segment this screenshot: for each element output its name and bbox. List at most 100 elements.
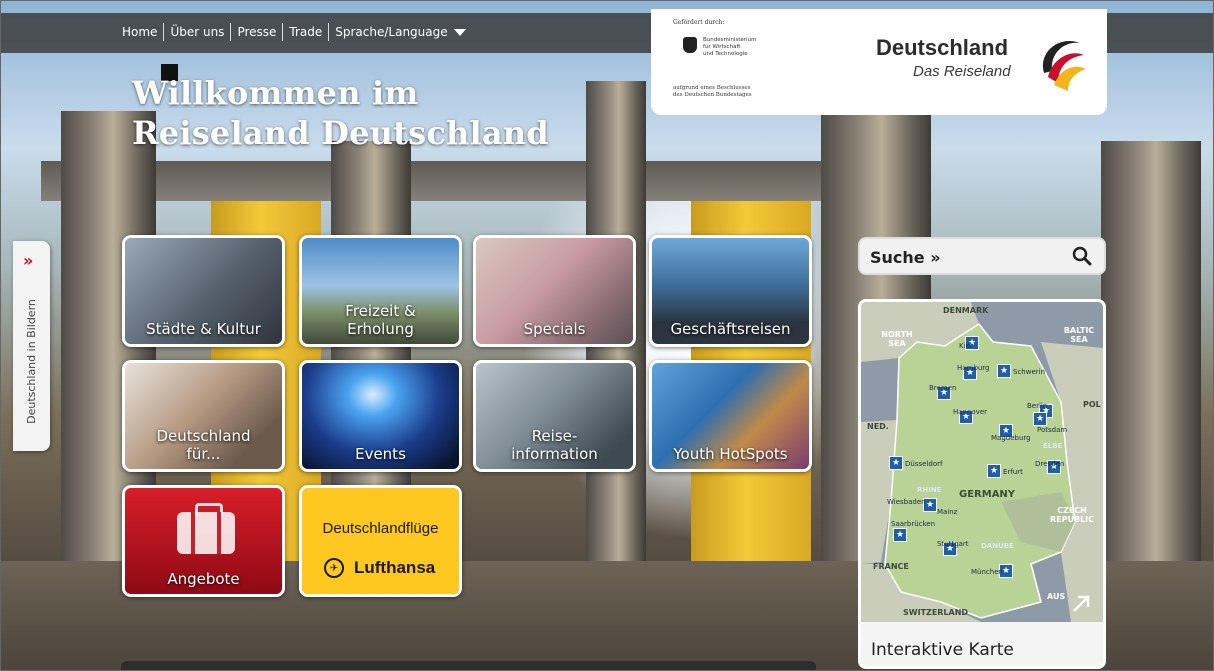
ministry-name: Bundesministerium für Wirtschaft und Tec…: [703, 37, 756, 58]
expand-arrow-icon[interactable]: [1071, 594, 1091, 614]
map-city-label: Schwerin: [1013, 368, 1046, 376]
map-region-label: POL: [1083, 400, 1101, 409]
tile-label-line: Erholung: [347, 320, 414, 338]
tile-image: [302, 488, 459, 594]
nav-presse[interactable]: Presse: [231, 25, 282, 39]
map-region-label: GERMANY: [959, 489, 1016, 500]
nav-ueber-uns[interactable]: Über uns: [164, 25, 230, 39]
tile-angebote[interactable]: Angebote: [122, 485, 285, 597]
map-city-label: Mainz: [937, 508, 958, 516]
tile-label-line: Angebote: [167, 570, 240, 588]
lufthansa-name: Lufthansa: [354, 558, 436, 577]
nav-language-label: Sprache/Language: [335, 25, 448, 39]
tile-staedte-kultur[interactable]: Städte & Kultur: [122, 235, 285, 347]
page-title-line: Reiseland Deutschland: [132, 114, 549, 152]
map-city-label: Düsseldorf: [905, 460, 943, 468]
map-marker[interactable]: ★: [1033, 412, 1047, 426]
map-region-label: CZECH REPUBLIC: [1049, 506, 1095, 524]
bundestag-line: des Deutschen Bundestages: [673, 92, 752, 98]
suitcase-icon: [177, 503, 235, 554]
tile-label-line: Youth HotSpots: [673, 445, 788, 463]
tile-label: Deutschland für...: [125, 427, 282, 463]
tile-label: Events: [302, 445, 459, 463]
map-region-label: BALTIC SEA: [1063, 326, 1095, 344]
reiseland-logo-icon: [1042, 41, 1086, 91]
tile-label: Reise-information: [476, 427, 633, 463]
brand-subtitle: Das Reiseland: [913, 63, 1011, 80]
tile-reiseinformation[interactable]: Reise-information: [473, 360, 636, 472]
tile-freizeit-erholung[interactable]: Freizeit & Erholung: [299, 235, 462, 347]
map-river-label: ELBE: [1043, 442, 1063, 450]
map-city-label: München: [971, 568, 1003, 576]
top-nav: Home Über uns Presse Trade Sprache/Langu…: [122, 23, 472, 41]
map-city-label: Stuttgart: [937, 540, 969, 548]
logo-panel[interactable]: Gefördert durch: Bundesministerium für W…: [651, 9, 1107, 115]
tile-label: Freizeit & Erholung: [302, 302, 459, 338]
map-region-label: NED.: [867, 422, 889, 431]
bundestag-note: aufgrund eines Beschlusses des Deutschen…: [673, 85, 752, 99]
map-caption: Interaktive Karte: [871, 640, 1014, 660]
map-marker[interactable]: ★: [987, 464, 1001, 478]
map-city-label: Dresden: [1035, 460, 1065, 468]
tile-label-line: Reise-: [531, 427, 578, 445]
ministry-line: und Technologie: [703, 51, 748, 57]
tile-label-line: information: [511, 445, 598, 463]
map-city-label: Saarbrücken: [891, 520, 936, 528]
map-city-label: Bremen: [929, 384, 957, 392]
ministry-line: Bundesministerium: [703, 37, 757, 43]
map-region-label: AUS: [1047, 592, 1066, 601]
nav-trade[interactable]: Trade: [283, 25, 328, 39]
tile-youth-hotspots[interactable]: Youth HotSpots: [649, 360, 812, 472]
tile-label: Angebote: [125, 570, 282, 588]
tile-label-line: Deutschland: [156, 427, 251, 445]
tile-label-line: Events: [355, 445, 406, 463]
page: Home Über uns Presse Trade Sprache/Langu…: [0, 0, 1214, 671]
bottom-bar: [121, 661, 816, 670]
tile-label: Städte & Kultur: [125, 320, 282, 338]
gate-pillar: [1101, 141, 1201, 571]
side-tab-pictures[interactable]: » Deutschland in Bildern: [13, 241, 50, 451]
ministry-line: für Wirtschaft: [703, 44, 741, 50]
map-city-label: Hamburg: [957, 364, 990, 372]
side-tab-label-wrap: Deutschland in Bildern: [14, 281, 48, 441]
tile-label-line: Städte & Kultur: [146, 320, 261, 338]
map-marker[interactable]: ★: [889, 456, 903, 470]
tile-label: Youth HotSpots: [652, 445, 809, 463]
lufthansa-promo-title: Deutschlandflüge: [322, 520, 439, 537]
tile-label-line: Geschäftsreisen: [670, 320, 791, 338]
tile-deutschlandfluege[interactable]: Deutschlandflüge ✈ Lufthansa: [299, 485, 462, 597]
lufthansa-crane-icon: ✈: [324, 558, 344, 578]
map-city-label: Hannover: [953, 408, 988, 416]
search-box[interactable]: Suche »: [858, 237, 1106, 275]
search-icon[interactable]: [1072, 246, 1092, 266]
map-city-label: Erfurt: [1003, 468, 1023, 476]
map-marker[interactable]: ★: [997, 364, 1011, 378]
map-marker[interactable]: ★: [893, 528, 907, 542]
map-region-label: NORTH SEA: [881, 330, 913, 348]
nav-home[interactable]: Home: [122, 25, 163, 39]
brand-title: Deutschland: [876, 35, 1009, 60]
search-label: Suche »: [870, 248, 941, 267]
page-title: Willkommen im Reiseland Deutschland: [132, 73, 549, 153]
map-city-label: Kiel: [959, 342, 972, 350]
tile-label-line: für...: [186, 445, 221, 463]
chevron-down-icon: [453, 29, 466, 36]
tile-geschaeftsreisen[interactable]: Geschäftsreisen: [649, 235, 812, 347]
tile-events[interactable]: Events: [299, 360, 462, 472]
federal-eagle-icon: [683, 37, 697, 53]
map-city-label: Potsdam: [1037, 426, 1068, 434]
map-region-label: SWITZERLAND: [903, 608, 969, 617]
lufthansa-brand: ✈ Lufthansa: [324, 558, 435, 578]
gate-entablature: [41, 161, 841, 201]
page-title-line: Willkommen im: [132, 74, 419, 112]
map-river-label: DANUBE: [981, 542, 1014, 550]
map-region-label: DENMARK: [943, 306, 989, 315]
tile-label-line: Specials: [523, 320, 586, 338]
side-tab-label: Deutschland in Bildern: [24, 298, 38, 424]
tile-label: Geschäftsreisen: [652, 320, 809, 338]
tile-specials[interactable]: Specials: [473, 235, 636, 347]
map-region-label: FRANCE: [873, 562, 909, 571]
tile-deutschland-fuer[interactable]: Deutschland für...: [122, 360, 285, 472]
nav-language[interactable]: Sprache/Language: [329, 25, 471, 39]
interactive-map[interactable]: DENMARK NORTH SEA BALTIC SEA POL NED. GE…: [858, 299, 1106, 669]
